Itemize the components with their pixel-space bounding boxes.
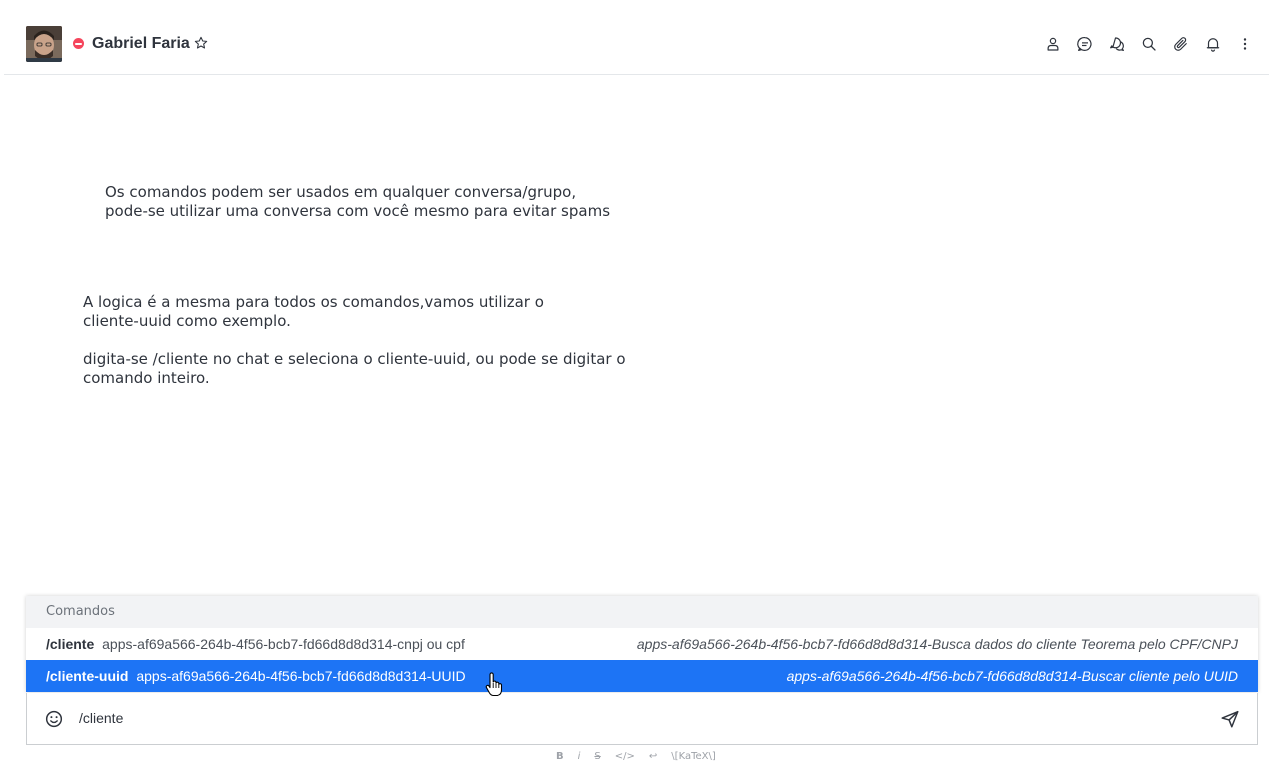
strike-button[interactable]: S xyxy=(587,747,607,767)
multiline-button[interactable]: ↩ xyxy=(642,747,664,767)
message-text: Os comandos podem ser usados em qualquer… xyxy=(105,183,611,220)
command-description: apps-af69a566-264b-4f56-bcb7-fd66d8d8d31… xyxy=(786,668,1238,684)
room-title[interactable]: Gabriel Faria xyxy=(92,35,190,53)
formatting-toolbar: B i S </> ↩ \[KaTeX\] xyxy=(549,747,723,767)
attachment-icon xyxy=(1174,37,1187,51)
emoji-button[interactable] xyxy=(43,708,65,730)
notifications-button[interactable] xyxy=(1197,30,1229,58)
threads-icon xyxy=(1110,37,1124,51)
italic-button[interactable]: i xyxy=(571,747,588,767)
command-name: /cliente xyxy=(46,636,95,652)
threads-button[interactable] xyxy=(1101,30,1133,58)
command-item-cliente[interactable]: /cliente apps-af69a566-264b-4f56-bcb7-fd… xyxy=(26,628,1258,660)
attachments-button[interactable] xyxy=(1165,30,1197,58)
command-item-cliente-uuid[interactable]: /cliente-uuid apps-af69a566-264b-4f56-bc… xyxy=(26,660,1258,692)
command-params: apps-af69a566-264b-4f56-bcb7-fd66d8d8d31… xyxy=(102,636,465,652)
user-info-button[interactable] xyxy=(1037,30,1069,58)
command-params: apps-af69a566-264b-4f56-bcb7-fd66d8d8d31… xyxy=(136,668,466,684)
search-icon xyxy=(1142,37,1156,51)
discussion-button[interactable] xyxy=(1069,30,1101,58)
room-header: Gabriel Faria xyxy=(4,0,1269,75)
hand-cursor-icon xyxy=(484,672,504,698)
emoji-icon xyxy=(45,710,63,728)
command-item-left: /cliente apps-af69a566-264b-4f56-bcb7-fd… xyxy=(46,636,465,652)
send-button[interactable] xyxy=(1219,708,1241,730)
kebab-menu-icon xyxy=(1243,38,1247,50)
bold-button[interactable]: B xyxy=(549,747,571,767)
search-button[interactable] xyxy=(1133,30,1165,58)
message-composer xyxy=(26,693,1258,745)
header-toolbar xyxy=(1037,30,1261,58)
message-text: A logica é a mesma para todos os comando… xyxy=(83,293,544,330)
avatar[interactable] xyxy=(26,26,62,62)
send-icon xyxy=(1221,710,1239,728)
message-text: digita-se /cliente no chat e seleciona o… xyxy=(83,350,626,387)
avatar-image xyxy=(26,26,62,62)
slash-command-popup: Comandos /cliente apps-af69a566-264b-4f5… xyxy=(26,596,1258,692)
command-name: /cliente-uuid xyxy=(46,668,129,684)
status-busy-icon xyxy=(73,38,84,49)
kebab-menu-button[interactable] xyxy=(1229,30,1261,58)
favorite-star-icon[interactable] xyxy=(193,35,209,51)
notifications-icon xyxy=(1206,38,1220,52)
code-button[interactable]: </> xyxy=(608,747,642,767)
command-description: apps-af69a566-264b-4f56-bcb7-fd66d8d8d31… xyxy=(636,636,1238,652)
discussion-icon xyxy=(1077,37,1092,51)
user-info-icon xyxy=(1047,37,1059,51)
popup-title: Comandos xyxy=(26,596,1258,628)
command-item-left: /cliente-uuid apps-af69a566-264b-4f56-bc… xyxy=(46,668,466,684)
katex-button[interactable]: \[KaTeX\] xyxy=(664,747,722,767)
message-input[interactable] xyxy=(79,703,1199,733)
